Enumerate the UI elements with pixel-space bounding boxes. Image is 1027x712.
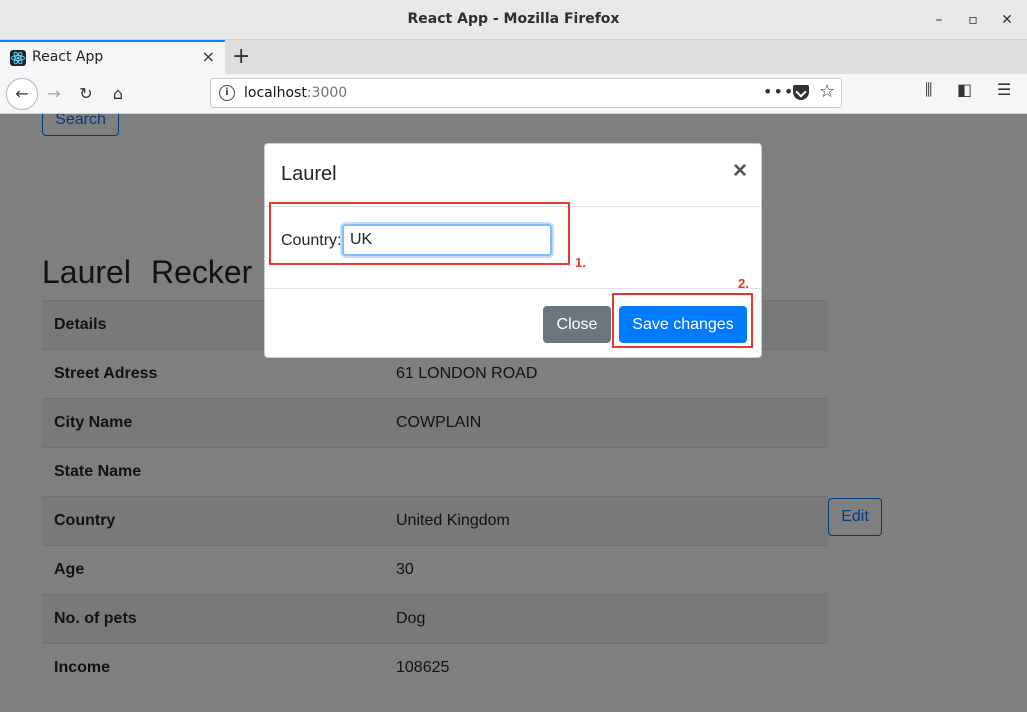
- library-icon[interactable]: ⫼: [925, 80, 932, 100]
- url-text[interactable]: localhost:3000: [244, 85, 347, 101]
- tab-close-icon[interactable]: ×: [202, 47, 215, 66]
- close-button[interactable]: Close: [543, 306, 611, 343]
- back-icon[interactable]: ←: [6, 78, 38, 110]
- reload-icon[interactable]: ↻: [72, 80, 100, 108]
- home-icon[interactable]: ⌂: [104, 80, 132, 108]
- react-icon: [10, 50, 26, 66]
- annotation-box-step1: [269, 202, 570, 265]
- maximize-icon[interactable]: ▫: [963, 10, 983, 30]
- url-bar[interactable]: i localhost:3000 ••• ☆: [210, 78, 842, 108]
- tab-react-app[interactable]: React App ×: [0, 40, 225, 74]
- window-title: React App - Mozilla Firefox: [407, 11, 620, 27]
- tab-label: React App: [32, 49, 104, 65]
- page-actions-icon[interactable]: •••: [763, 82, 794, 101]
- window-titlebar: React App - Mozilla Firefox – ▫ ✕: [0, 0, 1027, 40]
- tab-strip: React App × +: [0, 40, 1027, 74]
- site-info-icon[interactable]: i: [219, 85, 235, 101]
- menu-icon[interactable]: ☰: [997, 80, 1011, 99]
- modal-close-icon[interactable]: ×: [733, 158, 747, 184]
- bookmark-star-icon[interactable]: ☆: [819, 81, 835, 102]
- pocket-icon[interactable]: [793, 85, 809, 100]
- forward-icon[interactable]: →: [40, 80, 68, 108]
- close-window-icon[interactable]: ✕: [997, 10, 1017, 30]
- annotation-step2-label: 2.: [738, 276, 749, 291]
- sidebar-icon[interactable]: ◧: [957, 80, 972, 99]
- minimize-icon[interactable]: –: [929, 10, 949, 30]
- navigation-bar: ← → ↻ ⌂ i localhost:3000 ••• ☆ ⫼ ◧ ☰: [0, 74, 1027, 114]
- modal-title: Laurel: [281, 163, 337, 185]
- annotation-step1-label: 1.: [575, 255, 586, 270]
- new-tab-icon[interactable]: +: [232, 44, 250, 69]
- annotation-box-step2: [612, 293, 753, 348]
- modal-header: Laurel ×: [265, 144, 761, 207]
